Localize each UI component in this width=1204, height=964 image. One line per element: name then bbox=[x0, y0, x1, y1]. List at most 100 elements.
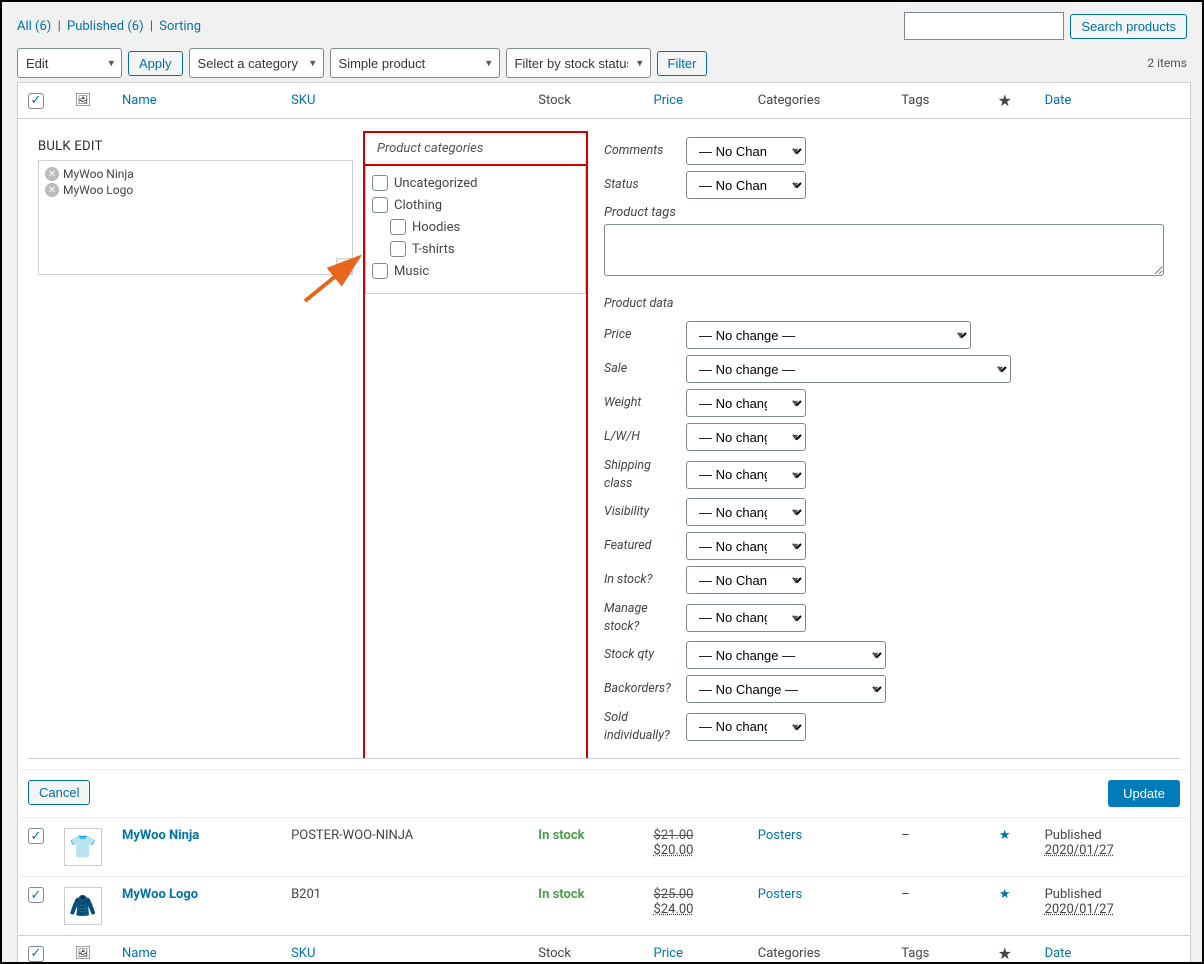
select-all-bottom[interactable]: ✓ bbox=[28, 946, 44, 962]
bulk-item: ✕MyWoo Logo bbox=[45, 183, 346, 197]
cat-hoodies[interactable]: Hoodies bbox=[368, 216, 579, 238]
product-type-select[interactable]: Simple product bbox=[330, 48, 500, 78]
col-tags: Tags bbox=[891, 83, 975, 119]
products-table: ✓ 🖼 Name SKU Stock Price Categories Tags… bbox=[17, 82, 1191, 964]
manage-stock-select[interactable]: — No change — bbox=[686, 604, 806, 632]
col-price[interactable]: Price bbox=[654, 93, 683, 108]
old-price: $21.00 bbox=[654, 828, 694, 843]
label-sale: Sale bbox=[604, 360, 678, 378]
sale-select[interactable]: — No change — bbox=[686, 355, 1011, 383]
product-sku: B201 bbox=[281, 877, 528, 936]
category-checklist[interactable]: Uncategorized Clothing Hoodies T-shirts … bbox=[365, 166, 586, 294]
product-stock: In stock bbox=[528, 877, 643, 936]
image-column-icon: 🖼 bbox=[75, 946, 92, 961]
weight-select[interactable]: — No change — bbox=[686, 389, 806, 417]
cat-clothing[interactable]: Clothing bbox=[368, 194, 579, 216]
view-sorting[interactable]: Sorting bbox=[159, 19, 201, 34]
image-column-icon: 🖼 bbox=[75, 93, 92, 108]
label-product-tags: Product tags bbox=[604, 205, 676, 220]
featured-star-icon[interactable]: ★ bbox=[999, 828, 1011, 843]
category-filter-select[interactable]: Select a category bbox=[189, 48, 324, 78]
col-name[interactable]: Name bbox=[122, 946, 157, 961]
shipping-select[interactable]: — No change — bbox=[686, 461, 806, 489]
row-checkbox[interactable]: ✓ bbox=[28, 887, 44, 903]
star-icon: ★ bbox=[998, 944, 1012, 963]
product-name-link[interactable]: MyWoo Logo bbox=[122, 887, 198, 902]
stock-status-select[interactable]: Filter by stock status bbox=[506, 48, 651, 78]
visibility-select[interactable]: — No change — bbox=[686, 498, 806, 526]
col-name[interactable]: Name bbox=[122, 93, 157, 108]
row-checkbox[interactable]: ✓ bbox=[28, 828, 44, 844]
product-category-link[interactable]: Posters bbox=[758, 828, 803, 843]
product-sku: POSTER-WOO-NINJA bbox=[281, 818, 528, 877]
comments-select[interactable]: — No Change — bbox=[686, 137, 806, 165]
price-select[interactable]: — No change — bbox=[686, 321, 971, 349]
col-categories: Categories bbox=[748, 936, 892, 964]
search-input[interactable] bbox=[904, 12, 1064, 40]
label-weight: Weight bbox=[604, 394, 678, 412]
label-manage-stock: Manage stock? bbox=[604, 600, 678, 635]
product-thumbnail[interactable]: 👕 bbox=[64, 828, 102, 866]
bulk-edit-title: BULK EDIT bbox=[38, 139, 353, 154]
product-stock: In stock bbox=[528, 818, 643, 877]
col-stock: Stock bbox=[528, 936, 643, 964]
col-price[interactable]: Price bbox=[654, 946, 683, 961]
label-status: Status bbox=[604, 176, 678, 194]
publish-status: Published bbox=[1045, 887, 1102, 902]
remove-item-icon[interactable]: ✕ bbox=[45, 183, 59, 197]
col-sku[interactable]: SKU bbox=[291, 946, 315, 961]
label-featured: Featured bbox=[604, 537, 678, 555]
col-sku[interactable]: SKU bbox=[291, 93, 315, 108]
instock-select[interactable]: — No Change — bbox=[686, 566, 806, 594]
table-row: ✓ 🧥 MyWoo Logo B201 In stock $25.00$24.0… bbox=[18, 877, 1191, 936]
backorders-select[interactable]: — No Change — bbox=[686, 675, 886, 703]
publish-date: 2020/01/27 bbox=[1045, 843, 1180, 858]
product-category-link[interactable]: Posters bbox=[758, 887, 803, 902]
publish-status: Published bbox=[1045, 828, 1102, 843]
label-backorders: Backorders? bbox=[604, 680, 678, 698]
select-all-top[interactable]: ✓ bbox=[28, 93, 44, 109]
lwh-select[interactable]: — No change — bbox=[686, 423, 806, 451]
label-visibility: Visibility bbox=[604, 503, 678, 521]
item-count-top: 2 items bbox=[1147, 56, 1187, 70]
star-icon: ★ bbox=[998, 91, 1012, 110]
cat-tshirts[interactable]: T-shirts bbox=[368, 238, 579, 260]
views-filter: All (6) | Published (6) | Sorting bbox=[17, 19, 201, 34]
product-data-heading: Product data bbox=[604, 296, 1164, 311]
col-date[interactable]: Date bbox=[1045, 946, 1072, 961]
view-all[interactable]: All (6) bbox=[17, 19, 51, 34]
label-price: Price bbox=[604, 326, 678, 344]
label-instock: In stock? bbox=[604, 571, 678, 589]
featured-star-icon[interactable]: ★ bbox=[999, 887, 1011, 902]
update-button[interactable]: Update bbox=[1108, 780, 1180, 807]
label-stock-qty: Stock qty bbox=[604, 646, 678, 664]
search-products-button[interactable]: Search products bbox=[1070, 14, 1187, 39]
table-row: ✓ 👕 MyWoo Ninja POSTER-WOO-NINJA In stoc… bbox=[18, 818, 1191, 877]
status-select[interactable]: — No Change — bbox=[686, 171, 806, 199]
product-categories-header: Product categories bbox=[365, 133, 586, 166]
bulk-edit-items-box: ✕MyWoo Ninja ✕MyWoo Logo ▾ bbox=[38, 160, 353, 275]
featured-select[interactable]: — No change — bbox=[686, 532, 806, 560]
label-shipping: Shipping class bbox=[604, 457, 678, 492]
product-thumbnail[interactable]: 🧥 bbox=[64, 887, 102, 925]
col-stock: Stock bbox=[528, 83, 643, 119]
apply-button-top[interactable]: Apply bbox=[128, 51, 183, 76]
bulk-action-select-top[interactable]: Edit bbox=[17, 48, 122, 78]
cat-music[interactable]: Music bbox=[368, 260, 579, 282]
product-name-link[interactable]: MyWoo Ninja bbox=[122, 828, 199, 843]
product-tag: – bbox=[891, 877, 975, 936]
bulk-item: ✕MyWoo Ninja bbox=[45, 167, 346, 181]
cancel-button[interactable]: Cancel bbox=[28, 780, 90, 805]
col-tags: Tags bbox=[891, 936, 975, 964]
sold-select[interactable]: — No change — bbox=[686, 713, 806, 741]
product-tags-textarea[interactable] bbox=[604, 224, 1164, 276]
filter-button[interactable]: Filter bbox=[657, 51, 708, 76]
new-price: $24.00 bbox=[654, 902, 694, 917]
expand-toggle-icon[interactable]: ▾ bbox=[336, 258, 352, 274]
stock-qty-select[interactable]: — No change — bbox=[686, 641, 886, 669]
remove-item-icon[interactable]: ✕ bbox=[45, 167, 59, 181]
old-price: $25.00 bbox=[654, 887, 694, 902]
view-published[interactable]: Published (6) bbox=[67, 19, 144, 34]
cat-uncategorized[interactable]: Uncategorized bbox=[368, 172, 579, 194]
col-date[interactable]: Date bbox=[1045, 93, 1072, 108]
